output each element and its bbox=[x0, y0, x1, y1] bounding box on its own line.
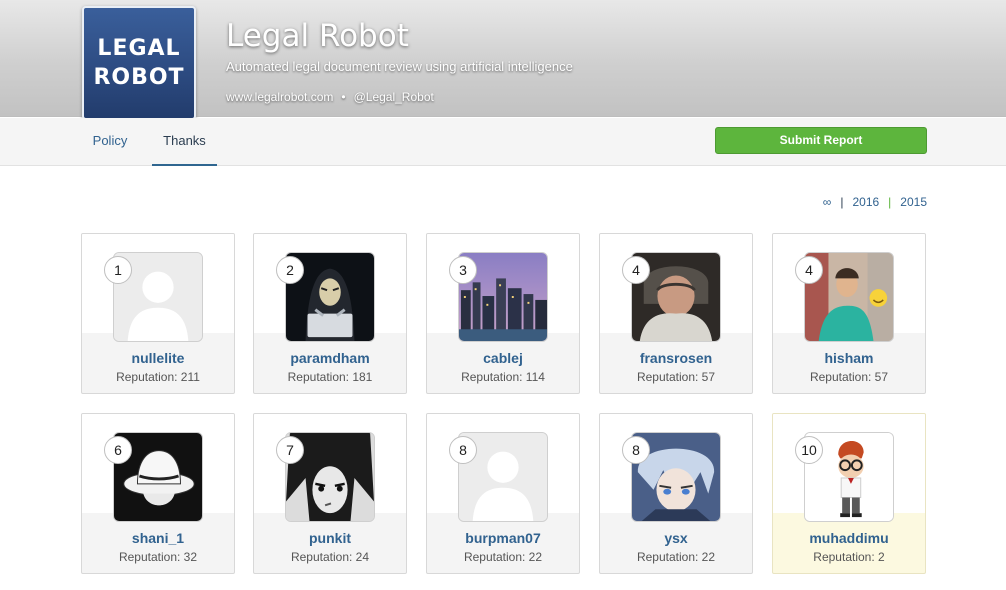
rank-badge: 1 bbox=[104, 256, 132, 284]
submit-report-button[interactable]: Submit Report bbox=[715, 127, 927, 154]
hacker-reputation: Reputation: 24 bbox=[290, 550, 370, 564]
program-logo[interactable]: LEGAL ROBOT bbox=[82, 6, 196, 120]
hacker-reputation: Reputation: 22 bbox=[463, 550, 543, 564]
rank-badge: 3 bbox=[449, 256, 477, 284]
program-title: Legal Robot bbox=[226, 18, 409, 54]
hacker-card[interactable]: 7 punkit Reputation: 24 bbox=[253, 413, 407, 574]
hacker-username[interactable]: cablej bbox=[427, 350, 579, 366]
program-nav: Policy Thanks Submit Report bbox=[0, 118, 1006, 166]
program-description: Automated legal document review using ar… bbox=[226, 59, 573, 74]
logo-line-2: ROBOT bbox=[93, 65, 185, 90]
hacker-card[interactable]: 4 fransrosen Reputation: 57 bbox=[599, 233, 753, 394]
filter-year-2015[interactable]: 2015 bbox=[900, 195, 927, 209]
logo-line-1: LEGAL bbox=[97, 36, 181, 61]
hacker-username[interactable]: ysx bbox=[600, 530, 752, 546]
hacker-username[interactable]: punkit bbox=[254, 530, 406, 546]
hacker-username[interactable]: fransrosen bbox=[600, 350, 752, 366]
hacker-username[interactable]: muhaddimu bbox=[773, 530, 925, 546]
hacker-card[interactable]: 2 paramdham Reputation: 181 bbox=[253, 233, 407, 394]
rank-badge: 8 bbox=[449, 436, 477, 464]
twitter-link[interactable]: @Legal_Robot bbox=[354, 90, 434, 104]
hacker-card[interactable]: 1 nullelite Reputation: 211 bbox=[81, 233, 235, 394]
hacker-card[interactable]: 4 hisham Reputation: 57 bbox=[772, 233, 926, 394]
hacker-reputation: Reputation: 57 bbox=[809, 370, 889, 384]
hacker-card[interactable]: 6 shani_1 Reputation: 32 bbox=[81, 413, 235, 574]
hacker-card[interactable]: 3 cablej Reputation: 114 bbox=[426, 233, 580, 394]
filter-separator: | bbox=[840, 195, 844, 209]
rank-badge: 2 bbox=[276, 256, 304, 284]
tab-thanks[interactable]: Thanks bbox=[152, 118, 217, 166]
rank-badge: 6 bbox=[104, 436, 132, 464]
hacker-card[interactable]: 10 muhaddimu Reputation: 2 bbox=[772, 413, 926, 574]
hacker-username[interactable]: hisham bbox=[773, 350, 925, 366]
rank-badge: 7 bbox=[276, 436, 304, 464]
year-filter: ∞ | 2016 | 2015 bbox=[823, 195, 927, 209]
program-header: LEGAL ROBOT Legal Robot Automated legal … bbox=[0, 0, 1006, 120]
hacker-reputation: Reputation: 2 bbox=[813, 550, 885, 564]
program-links: www.legalrobot.com • @Legal_Robot bbox=[226, 90, 434, 104]
hacker-username[interactable]: paramdham bbox=[254, 350, 406, 366]
hacker-reputation: Reputation: 181 bbox=[287, 370, 373, 384]
tab-policy[interactable]: Policy bbox=[82, 118, 138, 166]
rank-badge: 10 bbox=[795, 436, 823, 464]
hacker-username[interactable]: nullelite bbox=[82, 350, 234, 366]
hacker-reputation: Reputation: 114 bbox=[461, 370, 545, 384]
hacker-username[interactable]: burpman07 bbox=[427, 530, 579, 546]
hacker-reputation: Reputation: 57 bbox=[636, 370, 716, 384]
rank-badge: 4 bbox=[795, 256, 823, 284]
hacker-card[interactable]: 8 ysx Reputation: 22 bbox=[599, 413, 753, 574]
hacker-username[interactable]: shani_1 bbox=[82, 530, 234, 546]
filter-year-2016[interactable]: 2016 bbox=[852, 195, 879, 209]
hacker-reputation: Reputation: 22 bbox=[636, 550, 716, 564]
link-separator: • bbox=[341, 90, 346, 104]
hacker-reputation: Reputation: 211 bbox=[116, 370, 200, 384]
rank-badge: 8 bbox=[622, 436, 650, 464]
hacker-reputation: Reputation: 32 bbox=[118, 550, 198, 564]
hacker-card[interactable]: 8 burpman07 Reputation: 22 bbox=[426, 413, 580, 574]
filter-all-time[interactable]: ∞ bbox=[823, 195, 832, 209]
filter-separator: | bbox=[888, 195, 892, 209]
rank-badge: 4 bbox=[622, 256, 650, 284]
website-link[interactable]: www.legalrobot.com bbox=[226, 90, 333, 104]
